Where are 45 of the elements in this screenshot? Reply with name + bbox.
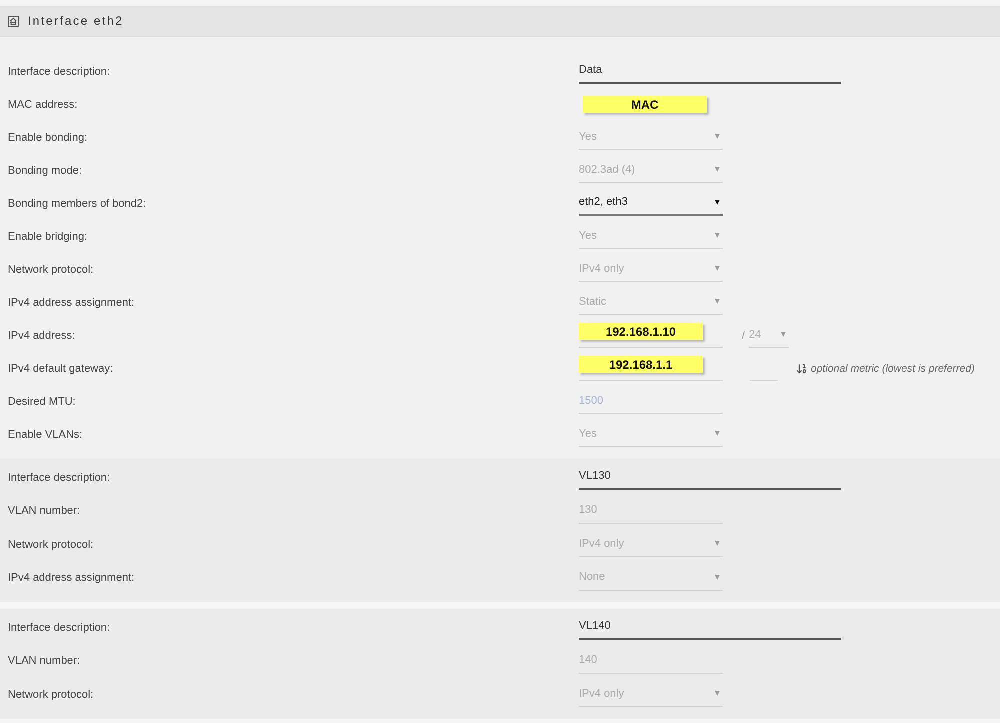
field-label: VLAN number:: [8, 505, 80, 518]
input-field[interactable]: 1500: [579, 389, 723, 414]
separator-text: /: [742, 330, 746, 342]
text-input[interactable]: Data: [579, 59, 841, 84]
field-label: IPv4 address:: [8, 330, 76, 342]
caret-icon: [715, 134, 720, 139]
text-input[interactable]: VL140: [579, 615, 841, 640]
field-label: Network protocol:: [8, 538, 94, 551]
field-label: Enable bonding:: [8, 132, 88, 144]
input-field[interactable]: 192.168.1.10: [579, 323, 723, 348]
field-label: IPv4 address assignment:: [8, 296, 135, 308]
dropdown[interactable]: eth2, eth3: [579, 191, 723, 216]
panel-title: Interface eth2: [28, 14, 124, 28]
caret-icon: [715, 200, 720, 204]
caret-icon: [715, 431, 720, 436]
caret-icon: [715, 266, 720, 271]
field-label: Enable VLANs:: [8, 428, 83, 440]
highlight-label: MAC: [583, 96, 707, 113]
house-icon: [8, 16, 19, 26]
caret-icon: [715, 574, 720, 580]
field-label: Interface description:: [8, 622, 110, 634]
field-label: VLAN number:: [8, 655, 80, 668]
caret-icon: [715, 691, 720, 696]
field-label: Network protocol:: [8, 688, 94, 701]
caret-icon: [715, 233, 720, 238]
field-label: Desired MTU:: [8, 396, 76, 408]
input-field[interactable]: 192.168.1.1: [579, 356, 723, 381]
field-label: IPv4 address assignment:: [8, 572, 135, 584]
field-label: Bonding members of bond2:: [8, 198, 146, 210]
hint-text: optional metric (lowest is preferred): [811, 362, 975, 374]
field-label: IPv4 default gateway:: [8, 362, 114, 374]
sort-numeric-icon: [796, 362, 808, 374]
field-label: Enable bridging:: [8, 230, 88, 242]
field-label: Network protocol:: [8, 264, 94, 276]
caret-icon: [715, 167, 720, 172]
highlight-label: 192.168.1.10: [579, 323, 703, 340]
field-label: Bonding mode:: [8, 164, 82, 176]
text-input[interactable]: VL130: [579, 465, 841, 490]
caret-icon: [715, 541, 720, 546]
highlight-label: 192.168.1.1: [579, 356, 703, 373]
caret-icon: [781, 332, 786, 337]
field-label: Interface description:: [8, 472, 110, 484]
field-label: MAC address:: [8, 98, 78, 110]
caret-icon: [715, 299, 720, 304]
field-label: Interface description:: [8, 66, 110, 78]
